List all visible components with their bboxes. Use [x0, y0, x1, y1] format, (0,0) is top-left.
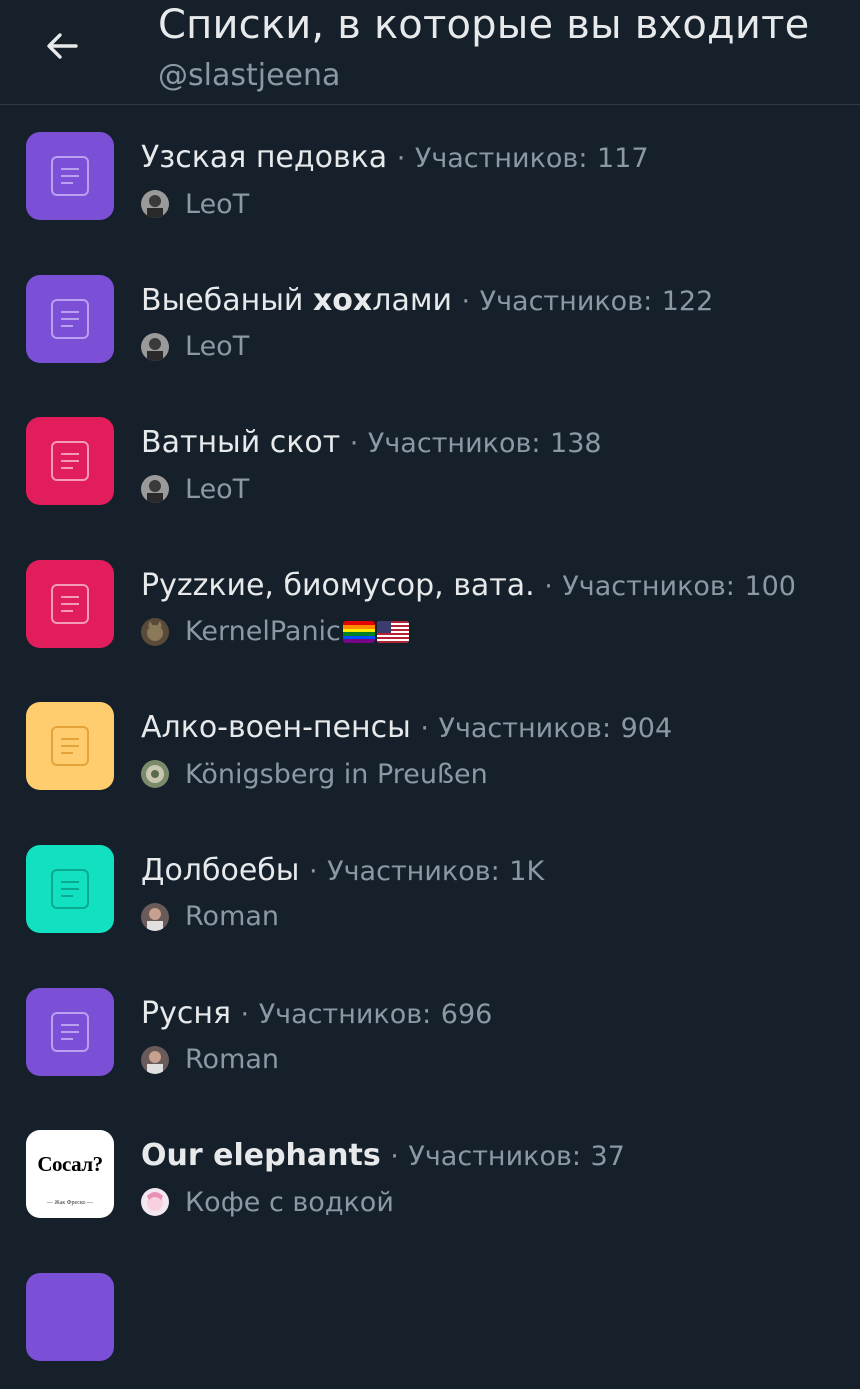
list-item[interactable]: Долбоебы · Участников: 1K Roman — [0, 819, 860, 962]
member-count: 138 — [550, 428, 602, 460]
member-count-label: Участников: — [438, 713, 612, 745]
list-item[interactable] — [0, 1247, 860, 1389]
list-item[interactable]: Узская педовка · Участников: 117 LeoT — [0, 106, 860, 249]
list-document-icon — [51, 726, 89, 767]
separator: · — [396, 143, 406, 174]
member-count: 1K — [509, 855, 545, 887]
list-document-icon — [51, 156, 89, 196]
list-document-icon — [51, 1011, 89, 1052]
avatar — [141, 902, 169, 931]
member-count: 117 — [596, 143, 649, 174]
owner-name: LeoT — [185, 331, 250, 363]
list-document-icon — [51, 868, 89, 909]
list-name: Ватный скот — [141, 425, 341, 461]
list-item[interactable]: Русня · Участников: 696 Roman — [0, 962, 860, 1105]
list-item[interactable]: Руzzкие, биомусор, вата. · Участников: 1… — [0, 534, 860, 677]
list-name: Our elephants — [141, 1138, 381, 1174]
owner-name: Кофе с водкой — [185, 1186, 394, 1218]
list-name: Русня — [141, 995, 231, 1031]
list-icon — [26, 844, 114, 933]
list-item[interactable]: Ватный скот · Участников: 138 LeoT — [0, 391, 860, 534]
avatar — [141, 617, 169, 646]
member-count-label: Участников: — [408, 1141, 581, 1173]
owner-name: Königsberg in Preußen — [185, 758, 488, 790]
avatar — [141, 760, 169, 789]
owner-name: LeoT — [185, 188, 250, 220]
owner-name: Roman — [185, 1044, 280, 1076]
separator: · — [309, 855, 318, 887]
list-document-icon — [51, 441, 89, 482]
owner-name: LeoT — [185, 473, 250, 505]
separator: · — [461, 285, 471, 317]
list-name: Узская педовка — [141, 140, 388, 175]
member-count-label: Участников: — [479, 285, 653, 317]
separator: · — [544, 570, 553, 602]
list-name: Долбоебы — [141, 852, 300, 888]
header: Списки, в которые вы входите @slastjeena — [0, 0, 860, 105]
avatar — [141, 1188, 169, 1217]
rainbow-flag-icon — [342, 620, 375, 643]
cover-subtext: — Жак Фреско — — [46, 1200, 94, 1207]
member-count: 696 — [440, 998, 493, 1030]
avatar — [141, 332, 169, 361]
list-name: Руzzкие, биомусор, вата. — [141, 567, 535, 603]
separator: · — [349, 428, 359, 460]
arrow-left-icon — [47, 33, 78, 59]
list-icon — [26, 702, 114, 791]
list-icon — [26, 417, 114, 506]
list-item[interactable]: Алко-воен-пенсы · Участников: 904 Königs… — [0, 676, 860, 819]
member-count-label: Участников: — [414, 143, 588, 174]
member-count-label: Участников: — [327, 855, 500, 887]
owner-name: KernelPanic — [185, 616, 341, 648]
member-count-label: Участников: — [258, 998, 432, 1030]
avatar — [141, 190, 169, 218]
list-item[interactable]: Сосал? — Жак Фреско — Our elephants · Уч… — [0, 1104, 860, 1247]
list-document-icon — [51, 298, 89, 339]
separator: · — [420, 713, 429, 745]
list-icon — [26, 274, 114, 363]
page-title: Списки, в которые вы входите — [158, 2, 810, 48]
list-name: Алко-воен-пенсы — [141, 710, 411, 746]
member-count: 37 — [590, 1141, 625, 1173]
list-cover-image: Сосал? — Жак Фреско — — [26, 1130, 114, 1219]
list-item[interactable]: Выебаный хохлами · Участников: 122 LeoT — [0, 249, 860, 392]
member-count: 904 — [620, 713, 673, 745]
cover-text: Сосал? — [37, 1152, 103, 1177]
member-count-label: Участников: — [562, 570, 735, 602]
member-count: 122 — [661, 285, 714, 317]
page-subtitle: @slastjeena — [158, 58, 341, 93]
list-icon — [26, 1272, 114, 1361]
member-count-label: Участников: — [367, 428, 541, 460]
list-document-icon — [51, 583, 89, 624]
avatar — [141, 1045, 169, 1074]
owner-name: Roman — [185, 901, 280, 933]
lists-container: Узская педовка · Участников: 117 LeoT Вы… — [0, 106, 860, 1389]
avatar — [141, 475, 169, 504]
back-button[interactable] — [36, 20, 88, 72]
separator: · — [240, 998, 250, 1030]
list-icon — [26, 132, 114, 220]
list-icon — [26, 987, 114, 1076]
list-name: Выебаный хохлами — [141, 282, 452, 318]
separator: · — [390, 1141, 399, 1173]
list-icon — [26, 559, 114, 648]
member-count: 100 — [744, 570, 796, 602]
us-flag-icon — [376, 620, 409, 643]
